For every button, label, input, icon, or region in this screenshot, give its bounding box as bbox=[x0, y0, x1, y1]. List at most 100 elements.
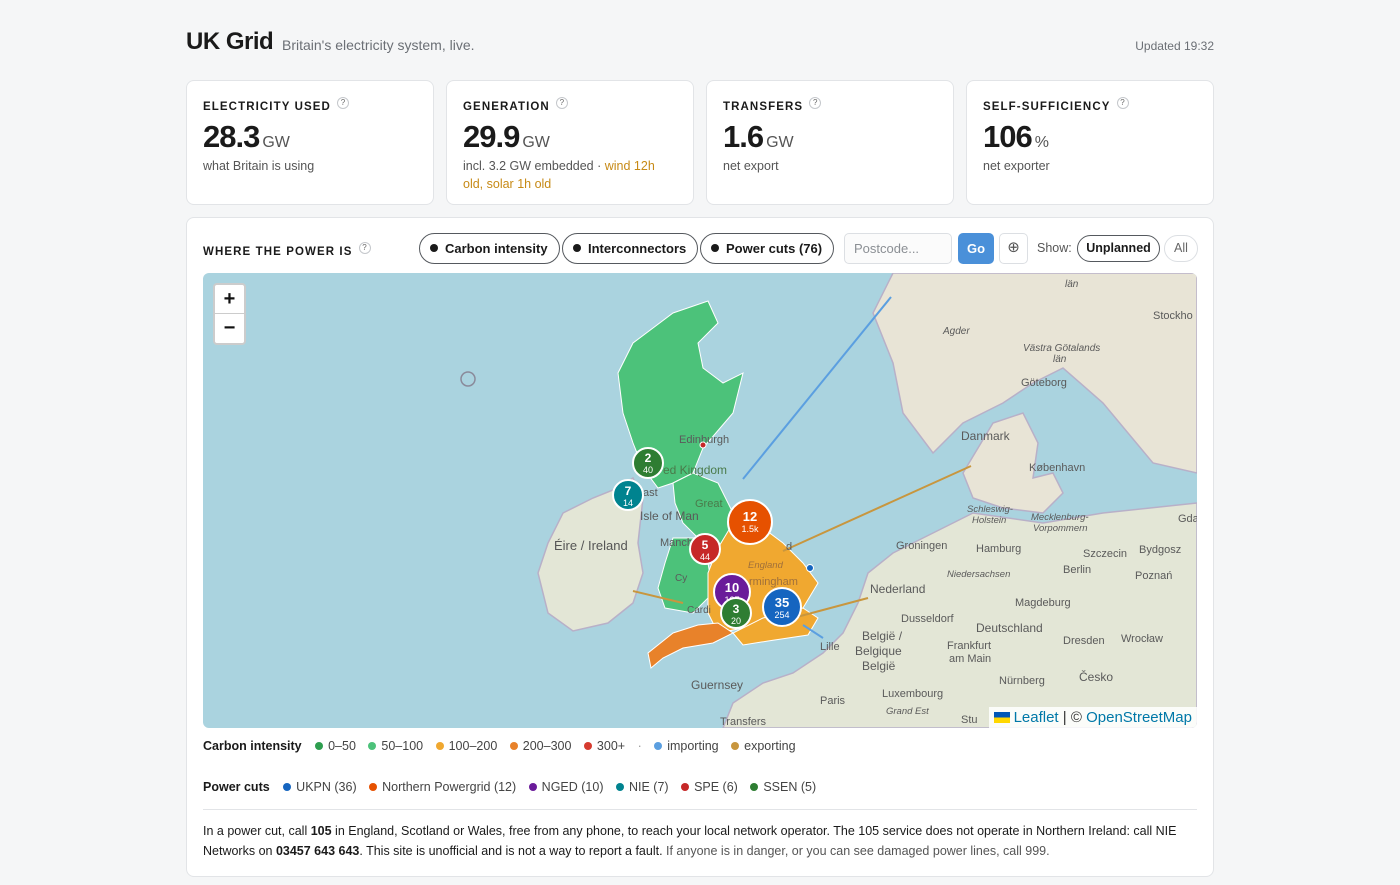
label-niedersachsen: Niedersachsen bbox=[947, 569, 1010, 580]
cluster-count: 2 bbox=[645, 451, 652, 465]
help-icon[interactable]: ? bbox=[358, 242, 371, 254]
legend-item: 0–50 bbox=[315, 739, 356, 753]
label-mecklenburg: Mecklenburg- bbox=[1031, 512, 1089, 523]
value-number: 28.3 bbox=[203, 119, 260, 154]
legend-dot-icon bbox=[315, 742, 324, 750]
postcode-input[interactable]: Postcode... bbox=[844, 233, 952, 264]
label-stu: Stu bbox=[961, 714, 978, 726]
toggle-dot-icon bbox=[711, 244, 719, 252]
label-goteborg: Göteborg bbox=[1021, 377, 1067, 389]
map-canvas[interactable]: Stockho län Agder Västra Götalands län G… bbox=[203, 273, 1197, 728]
cluster-nie[interactable]: 714 bbox=[612, 479, 644, 511]
label-belgien: België bbox=[862, 659, 896, 673]
power-cuts-legend: Power cuts UKPN (36) Northern Powergrid … bbox=[203, 780, 825, 794]
notice-text: In a power cut, call bbox=[203, 824, 311, 838]
legend-dot-icon bbox=[681, 783, 690, 791]
toggle-power-cuts[interactable]: Power cuts (76) bbox=[700, 233, 835, 264]
power-cut-notice: In a power cut, call 105 in England, Sco… bbox=[203, 821, 1203, 861]
label-grandest: Grand Est bbox=[886, 706, 929, 717]
value-unit: % bbox=[1034, 134, 1049, 151]
help-icon[interactable]: ? bbox=[336, 97, 349, 109]
label-berlin: Berlin bbox=[1063, 564, 1091, 576]
zoom-in-button[interactable]: + bbox=[215, 285, 244, 314]
toggle-label: Interconnectors bbox=[588, 241, 687, 256]
legend-text: NGED (10) bbox=[541, 780, 604, 794]
label-paris: Paris bbox=[820, 695, 846, 707]
cluster-sub: 14 bbox=[623, 498, 633, 508]
panel-title-text: WHERE THE POWER IS bbox=[203, 246, 353, 258]
legend-dot-icon bbox=[583, 742, 592, 750]
legend-text: NIE (7) bbox=[628, 780, 669, 794]
label-birmingham: rmingham bbox=[749, 576, 798, 588]
legend-text: 300+ bbox=[596, 739, 626, 753]
go-button[interactable]: Go bbox=[958, 233, 994, 264]
note-separator: · bbox=[593, 159, 605, 173]
label-eire: Éire / Ireland bbox=[554, 538, 628, 553]
legend-item: NIE (7) bbox=[615, 780, 669, 794]
label-szczecin: Szczecin bbox=[1083, 548, 1127, 560]
cluster-sub: 20 bbox=[731, 616, 741, 626]
label-danmark: Danmark bbox=[961, 429, 1011, 443]
card-label-text: SELF-SUFFICIENCY bbox=[983, 101, 1111, 113]
label-cy: Cy bbox=[675, 573, 687, 584]
legend-text: 100–200 bbox=[448, 739, 498, 753]
card-label: SELF-SUFFICIENCY? bbox=[983, 97, 1197, 113]
cluster-ukpn[interactable]: 35254 bbox=[762, 587, 802, 627]
osm-link[interactable]: OpenStreetMap bbox=[1086, 709, 1192, 726]
cluster-northern-powergrid[interactable]: 121.5k bbox=[727, 499, 773, 545]
map-attribution: Leaflet | © OpenStreetMap bbox=[988, 707, 1197, 728]
card-label-text: GENERATION bbox=[463, 101, 550, 113]
toggle-interconnectors[interactable]: Interconnectors bbox=[562, 233, 699, 264]
label-isleofman: Isle of Man bbox=[640, 509, 699, 523]
legend-item: 300+ bbox=[583, 739, 626, 753]
filter-unplanned[interactable]: Unplanned bbox=[1077, 235, 1160, 262]
value-unit: GW bbox=[522, 134, 550, 151]
label-belgique: Belgique bbox=[855, 644, 902, 658]
toggle-carbon-intensity[interactable]: Carbon intensity bbox=[419, 233, 560, 264]
cluster-sub: 1.5k bbox=[741, 524, 759, 534]
danger-warning: If anyone is in danger, or you can see d… bbox=[666, 844, 1050, 858]
label-lille: Lille bbox=[820, 641, 840, 653]
legend-text: 200–300 bbox=[522, 739, 572, 753]
label-great: Great bbox=[695, 498, 723, 510]
help-icon[interactable]: ? bbox=[809, 97, 822, 109]
value-number: 29.9 bbox=[463, 119, 520, 154]
toggle-label: Carbon intensity bbox=[445, 241, 548, 256]
label-wroclaw: Wrocław bbox=[1121, 633, 1163, 645]
legend-title: Carbon intensity bbox=[203, 739, 302, 753]
label-schleswig: Schleswig- bbox=[967, 504, 1013, 515]
cluster-ssen-south[interactable]: 320 bbox=[720, 597, 752, 629]
cluster-spe[interactable]: 544 bbox=[689, 533, 721, 565]
legend-text: importing bbox=[667, 739, 719, 753]
legend-dot-icon bbox=[435, 742, 444, 750]
card-label: TRANSFERS? bbox=[723, 97, 937, 113]
cluster-ssen[interactable]: 240 bbox=[632, 447, 664, 479]
zoom-out-button[interactable]: − bbox=[215, 314, 244, 343]
map[interactable]: Stockho län Agder Västra Götalands län G… bbox=[203, 273, 1197, 728]
label-cesko: Česko bbox=[1079, 669, 1113, 684]
label-nederland: Nederland bbox=[870, 582, 925, 596]
legend-item: Northern Powergrid (12) bbox=[369, 780, 516, 794]
legend-item: 200–300 bbox=[509, 739, 572, 753]
card-note: net exporter bbox=[983, 159, 1050, 173]
cluster-count: 3 bbox=[733, 602, 740, 616]
help-icon[interactable]: ? bbox=[555, 97, 568, 109]
label-vastra: Västra Götalands bbox=[1023, 343, 1100, 354]
filter-all[interactable]: All bbox=[1164, 235, 1198, 262]
help-icon[interactable]: ? bbox=[1116, 97, 1129, 109]
legend-dot-icon bbox=[750, 783, 759, 791]
card-electricity-used: ELECTRICITY USED? 28.3 GW what Britain is… bbox=[186, 80, 434, 205]
legend-title: Power cuts bbox=[203, 780, 270, 794]
label-england: England bbox=[748, 560, 784, 571]
card-note: what Britain is using bbox=[203, 159, 315, 173]
panel-title: WHERE THE POWER IS? bbox=[203, 242, 371, 258]
label-magdeburg: Magdeburg bbox=[1015, 597, 1071, 609]
updated-time: Updated 19:32 bbox=[1135, 39, 1214, 53]
label-agder: Agder bbox=[942, 326, 970, 337]
leaflet-link[interactable]: Leaflet bbox=[1014, 709, 1059, 726]
locate-icon[interactable]: ⊕ bbox=[999, 233, 1028, 264]
card-value: 29.9 GW bbox=[463, 119, 677, 155]
label-transfers: Transfers bbox=[720, 716, 767, 728]
legend-text: UKPN (36) bbox=[296, 780, 357, 794]
legend-item: 100–200 bbox=[435, 739, 498, 753]
